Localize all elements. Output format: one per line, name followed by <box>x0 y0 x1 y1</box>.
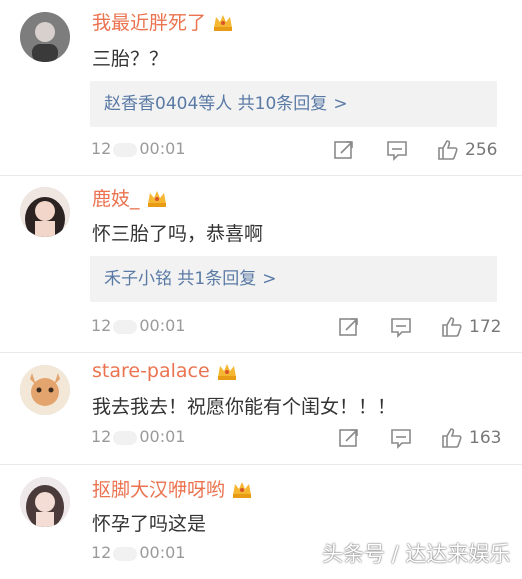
like-count: 256 <box>465 140 498 160</box>
timestamp: 12 00:01 <box>91 316 186 335</box>
like-count: 163 <box>469 428 502 448</box>
comment-icon <box>387 141 407 161</box>
username[interactable]: stare-palace <box>92 360 238 382</box>
watermark: 头条号 / 达达来娱乐 <box>322 542 511 566</box>
share-icon <box>339 429 358 447</box>
comment-icon <box>391 429 411 449</box>
username[interactable]: 抠脚大汉咿呀哟 <box>92 475 253 502</box>
reply-summary[interactable]: 禾子小铭 共1条回复 > <box>90 256 497 302</box>
crown-icon <box>212 12 234 32</box>
comment-button[interactable] <box>386 137 408 163</box>
comment-text: 我去我去！祝愿你能有个闺女！！！ <box>92 396 397 418</box>
share-button[interactable] <box>333 137 355 163</box>
like-button[interactable]: 163 <box>441 425 501 451</box>
comment-text: 三胎？？ <box>92 48 169 70</box>
comment-meta: 12 00:01 163 <box>0 425 522 451</box>
avatar[interactable] <box>20 365 70 415</box>
thumbs-up-icon <box>442 317 462 337</box>
crown-icon <box>146 188 168 208</box>
divider <box>0 352 522 353</box>
comment-meta: 12 00:01 172 <box>0 314 522 340</box>
chevron-right-icon: > <box>262 269 277 289</box>
like-button[interactable]: 172 <box>441 314 501 340</box>
comment-button[interactable] <box>390 314 412 340</box>
thumbs-up-icon <box>442 428 462 448</box>
timestamp: 12 00:01 <box>91 139 186 158</box>
comment-text: 怀孕了吗这是 <box>92 513 207 535</box>
avatar[interactable] <box>20 477 70 527</box>
avatar[interactable] <box>20 187 70 237</box>
comment-icon <box>391 318 411 338</box>
like-count: 172 <box>469 317 502 337</box>
timestamp: 12 00:01 <box>91 543 186 562</box>
username[interactable]: 我最近胖死了 <box>92 8 234 35</box>
comment-text: 怀三胎了吗，恭喜啊 <box>92 223 264 245</box>
username[interactable]: 鹿妓_ <box>92 184 168 211</box>
comment-button[interactable] <box>390 425 412 451</box>
share-button[interactable] <box>338 314 360 340</box>
share-icon <box>339 318 358 336</box>
reply-summary[interactable]: 赵香香0404等人 共10条回复 > <box>90 81 497 127</box>
chevron-right-icon: > <box>333 94 348 114</box>
divider <box>0 464 522 465</box>
timestamp: 12 00:01 <box>91 427 186 446</box>
share-icon <box>334 141 353 159</box>
crown-icon <box>216 361 238 381</box>
share-button[interactable] <box>338 425 360 451</box>
comment-meta: 12 00:01 256 <box>0 137 522 163</box>
crown-icon <box>231 479 253 499</box>
like-button[interactable]: 256 <box>437 137 497 163</box>
divider <box>0 175 522 176</box>
avatar[interactable] <box>20 12 70 62</box>
thumbs-up-icon <box>438 140 458 160</box>
